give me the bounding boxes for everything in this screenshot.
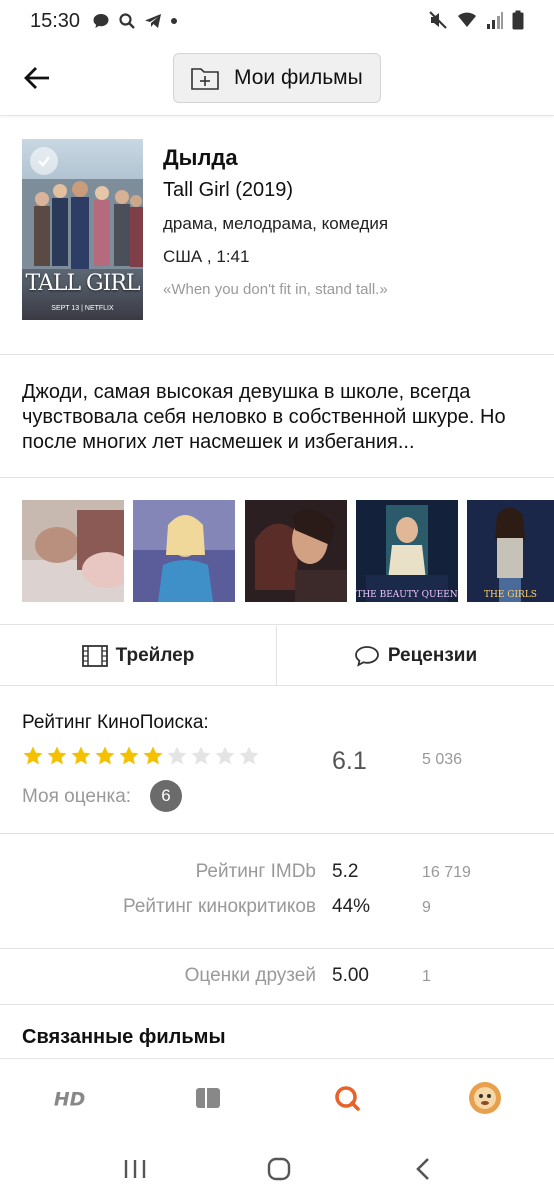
wifi-icon <box>456 10 478 30</box>
star-empty-icon[interactable] <box>214 745 236 767</box>
movie-country-duration: США , 1:41 <box>163 247 250 266</box>
star-empty-icon[interactable] <box>190 745 212 767</box>
description-text: Джоди, самая высокая девушка в школе, вс… <box>22 381 506 453</box>
back-icon[interactable] <box>408 1154 438 1184</box>
still-4-caption: THE BEAUTY QUEEN <box>356 590 458 600</box>
external-ratings: Рейтинг IMDb 5.2 16 719 Рейтинг кинокрит… <box>0 835 554 949</box>
still-3[interactable] <box>245 500 347 602</box>
friends-ratings[interactable]: Оценки друзей 5.00 1 <box>0 950 554 1005</box>
dot-icon <box>170 17 178 25</box>
poster-title: TALL GIRL <box>25 271 140 296</box>
still-4[interactable]: THE BEAUTY QUEEN <box>356 500 458 602</box>
chat-bubble-icon <box>92 12 110 30</box>
still-1[interactable] <box>22 500 124 602</box>
bookmark-icon[interactable] <box>191 1081 225 1115</box>
app-header: Мои фильмы <box>0 42 554 116</box>
rating-stars[interactable] <box>22 745 260 767</box>
kinopoisk-votes: 5 036 <box>422 751 463 768</box>
star-filled-icon[interactable] <box>94 745 116 767</box>
film-icon <box>81 644 108 668</box>
trailer-button[interactable]: Трейлер <box>0 626 276 686</box>
watched-check-icon[interactable] <box>30 147 58 175</box>
star-filled-icon[interactable] <box>46 745 68 767</box>
signal-icon <box>486 10 504 30</box>
my-films-button[interactable]: Мои фильмы <box>173 53 381 103</box>
imdb-votes: 16 719 <box>422 864 471 881</box>
star-empty-icon[interactable] <box>238 745 260 767</box>
related-films-title: Связанные фильмы <box>22 1026 226 1048</box>
star-filled-icon[interactable] <box>118 745 140 767</box>
friends-rating-label: Оценки друзей <box>184 965 316 986</box>
kinopoisk-rating-value: 6.1 <box>332 747 367 775</box>
battery-icon <box>512 10 524 30</box>
friends-votes: 1 <box>422 968 431 985</box>
kinopoisk-rating: Рейтинг КиноПоиска: 6.1 5 036 Моя оценка… <box>0 687 554 834</box>
still-2[interactable] <box>133 500 235 602</box>
movie-tagline: «When you don't fit in, stand tall.» <box>163 281 388 298</box>
kinopoisk-rating-label: Рейтинг КиноПоиска: <box>22 712 209 733</box>
home-icon[interactable] <box>264 1154 294 1184</box>
bottom-nav: HD <box>0 1058 554 1136</box>
status-bar: 15:30 <box>0 0 554 42</box>
avatar[interactable] <box>468 1081 502 1115</box>
related-films-section: Связанные фильмы <box>0 1006 554 1058</box>
mute-icon <box>428 10 448 30</box>
still-5-caption: THE GIRLS <box>484 590 537 600</box>
svg-text:HD: HD <box>54 1089 85 1111</box>
recents-icon[interactable] <box>120 1154 150 1184</box>
telegram-icon <box>144 12 162 30</box>
actions-bar: Трейлер Рецензии <box>0 626 554 686</box>
movie-title-original: Tall Girl (2019) <box>163 179 294 201</box>
movie-info: TALL GIRL SEPT 13 | NETFLIX Дылда Tall G… <box>0 117 554 355</box>
status-time: 15:30 <box>30 9 81 32</box>
friends-rating-value: 5.00 <box>332 965 369 986</box>
imdb-rating-value: 5.2 <box>332 861 359 882</box>
system-nav-bar <box>0 1136 554 1200</box>
star-filled-icon[interactable] <box>70 745 92 767</box>
movie-poster[interactable]: TALL GIRL SEPT 13 | NETFLIX <box>22 139 143 320</box>
reviews-label: Рецензии <box>387 645 478 666</box>
star-filled-icon[interactable] <box>142 745 164 767</box>
my-rating-badge[interactable]: 6 <box>150 780 182 812</box>
imdb-rating-label: Рейтинг IMDb <box>195 861 316 882</box>
stills-gallery: THE BEAUTY QUEEN THE GIRLS <box>0 479 554 625</box>
movie-genres: драма, мелодрама, комедия <box>163 214 389 233</box>
back-button[interactable] <box>22 62 54 94</box>
critics-rating-label: Рейтинг кинокритиков <box>122 896 316 917</box>
hd-icon[interactable]: HD <box>52 1081 86 1115</box>
reviews-button[interactable]: Рецензии <box>277 626 554 686</box>
poster-people-illustration <box>22 179 143 269</box>
folder-plus-icon <box>190 65 220 91</box>
my-rating-label: Моя оценка: <box>22 786 132 807</box>
critics-votes: 9 <box>422 899 431 916</box>
movie-title-ru: Дылда <box>163 145 238 170</box>
critics-rating-value: 44% <box>332 896 371 917</box>
speech-bubble-icon <box>354 644 380 668</box>
still-5[interactable]: THE GIRLS <box>467 500 554 602</box>
arrow-left-icon <box>22 62 54 94</box>
search-icon <box>118 12 136 30</box>
star-empty-icon[interactable] <box>166 745 188 767</box>
poster-subtitle: SEPT 13 | NETFLIX <box>51 305 114 312</box>
movie-description[interactable]: Джоди, самая высокая девушка в школе, вс… <box>0 356 554 478</box>
my-films-label: Мои фильмы <box>234 66 363 89</box>
star-filled-icon[interactable] <box>22 745 44 767</box>
trailer-label: Трейлер <box>115 645 195 666</box>
search-icon[interactable] <box>330 1081 364 1115</box>
